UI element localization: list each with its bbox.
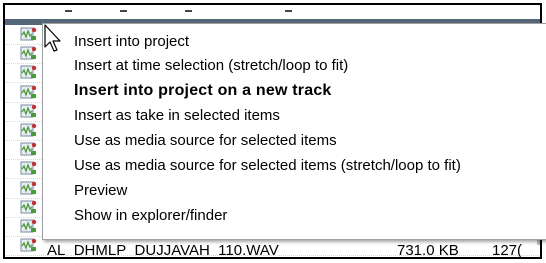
- partial-file-row[interactable]: AL_DHMLP_DUJJAVAH_110.WAV 731.0 KB 127(: [47, 242, 534, 259]
- audio-file-icon: [20, 27, 37, 41]
- audio-file-icon: [20, 85, 37, 99]
- menu-item-insert-new-track[interactable]: Insert into project on a new track: [74, 79, 332, 103]
- context-menu: Insert into project Insert at time selec…: [42, 23, 546, 240]
- column-header-bar[interactable]: [5, 5, 540, 25]
- mouse-pointer-icon: [44, 24, 61, 52]
- file-size: 731.0 KB: [397, 242, 459, 259]
- menu-item-show-in-explorer[interactable]: Show in explorer/finder: [74, 204, 227, 228]
- audio-file-icon: [20, 65, 37, 79]
- menu-item-preview[interactable]: Preview: [74, 179, 127, 203]
- file-name: AL_DHMLP_DUJJAVAH_110.WAV: [47, 242, 279, 259]
- column-divider[interactable]: [185, 10, 192, 12]
- menu-item-insert-as-take[interactable]: Insert as take in selected items: [74, 104, 280, 128]
- column-divider[interactable]: [65, 10, 72, 12]
- audio-file-icon: [20, 46, 37, 60]
- file-extra-column: 127(: [492, 242, 523, 259]
- audio-file-icon: [20, 181, 37, 195]
- audio-file-icon: [20, 219, 37, 233]
- audio-file-icon: [20, 238, 37, 252]
- audio-file-icon: [20, 142, 37, 156]
- audio-file-icon: [20, 200, 37, 214]
- menu-item-use-as-media-source-stretch[interactable]: Use as media source for selected items (…: [74, 154, 461, 178]
- menu-item-use-as-media-source[interactable]: Use as media source for selected items: [74, 129, 337, 153]
- audio-file-icon: [20, 161, 37, 175]
- column-divider[interactable]: [285, 10, 292, 12]
- menu-item-insert-at-time-selection[interactable]: Insert at time selection (stretch/loop t…: [74, 54, 348, 78]
- column-divider[interactable]: [120, 10, 127, 12]
- audio-file-icon: [20, 104, 37, 118]
- menu-item-insert-into-project[interactable]: Insert into project: [74, 30, 189, 54]
- audio-file-icon: [20, 123, 37, 137]
